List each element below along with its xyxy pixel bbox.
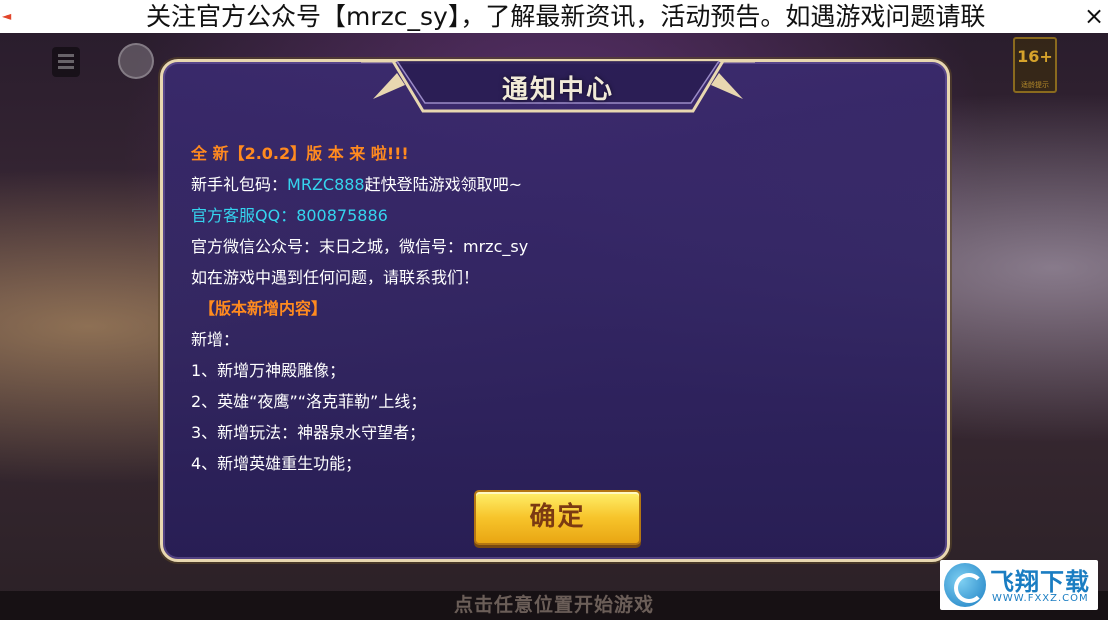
confirm-button[interactable]: 确定 (474, 490, 641, 545)
dialog-header: 通知中心 (353, 59, 763, 117)
age-rating-label: 16+ (1017, 47, 1053, 66)
notice-line: 2、英雄“夜鹰”“洛克菲勒”上线； (191, 386, 911, 417)
notice-segment: 赶快登陆游戏领取吧~ (364, 175, 523, 194)
dialog-title: 通知中心 (501, 75, 614, 105)
site-logo-name: 飞翔下载 (990, 568, 1090, 596)
notice-segment: 4、新增英雄重生功能； (191, 454, 362, 473)
notification-dialog: 通知中心 全 新【2.0.2】版 本 来 啦!!! 新手礼包码：MRZC888赶快… (160, 59, 950, 562)
notice-body: 全 新【2.0.2】版 本 来 啦!!! 新手礼包码：MRZC888赶快登陆游戏领… (191, 138, 911, 479)
notice-line: 新增： (191, 324, 911, 355)
marquee-text: 关注官方公众号【mrzc_sy】，了解最新资讯，活动预告。如遇游戏问题请联 (146, 2, 986, 31)
notice-line: 官方微信公众号：末日之城，微信号：mrzc_sy (191, 231, 911, 262)
menu-icon[interactable] (52, 47, 80, 77)
notice-segment: 1、新增万神殿雕像； (191, 361, 346, 380)
announcement-marquee: ◄ 关注官方公众号【mrzc_sy】，了解最新资讯，活动预告。如遇游戏问题请联 … (0, 0, 1108, 33)
site-watermark-logo: 飞翔下载 WWW.FXXZ.COM (940, 560, 1098, 610)
site-logo-icon (944, 563, 986, 607)
notice-segment: 如在游戏中遇到任何问题，请联系我们！ (191, 268, 480, 287)
age-rating-badge: 16+ 适龄提示 (1013, 37, 1057, 93)
close-marquee-button[interactable]: × (1080, 0, 1108, 33)
notice-line: 4、新增英雄重生功能； (191, 448, 911, 479)
notice-segment: 新增： (191, 330, 240, 349)
notice-segment: 全 新【2.0.2】版 本 来 啦!!! (191, 144, 409, 163)
notice-line: 官方客服QQ：800875886 (191, 200, 911, 231)
notice-line: 【版本新增内容】 (191, 293, 911, 324)
globe-icon[interactable] (118, 43, 154, 79)
notice-segment: 2、英雄“夜鹰”“洛克菲勒”上线； (191, 392, 427, 411)
notice-line: 新手礼包码：MRZC888赶快登陆游戏领取吧~ (191, 169, 911, 200)
notice-segment: 3、新增玩法：神器泉水守望者； (191, 423, 426, 442)
notice-line: 1、新增万神殿雕像； (191, 355, 911, 386)
notice-segment: 新手礼包码： (191, 175, 288, 194)
site-logo-url: WWW.FXXZ.COM (992, 593, 1089, 604)
notice-line: 全 新【2.0.2】版 本 来 啦!!! (191, 138, 911, 169)
notice-segment: 【版本新增内容】 (199, 299, 328, 318)
notice-segment: 官方客服QQ：800875886 (191, 206, 388, 225)
age-rating-sub-label: 适龄提示 (1021, 81, 1049, 89)
notice-line: 如在游戏中遇到任何问题，请联系我们！ (191, 262, 911, 293)
notice-segment: 官方微信公众号：末日之城，微信号：mrzc_sy (191, 237, 529, 256)
notice-segment: MRZC888 (287, 175, 365, 194)
speaker-icon: ◄ (2, 9, 12, 23)
notice-line: 3、新增玩法：神器泉水守望者； (191, 417, 911, 448)
